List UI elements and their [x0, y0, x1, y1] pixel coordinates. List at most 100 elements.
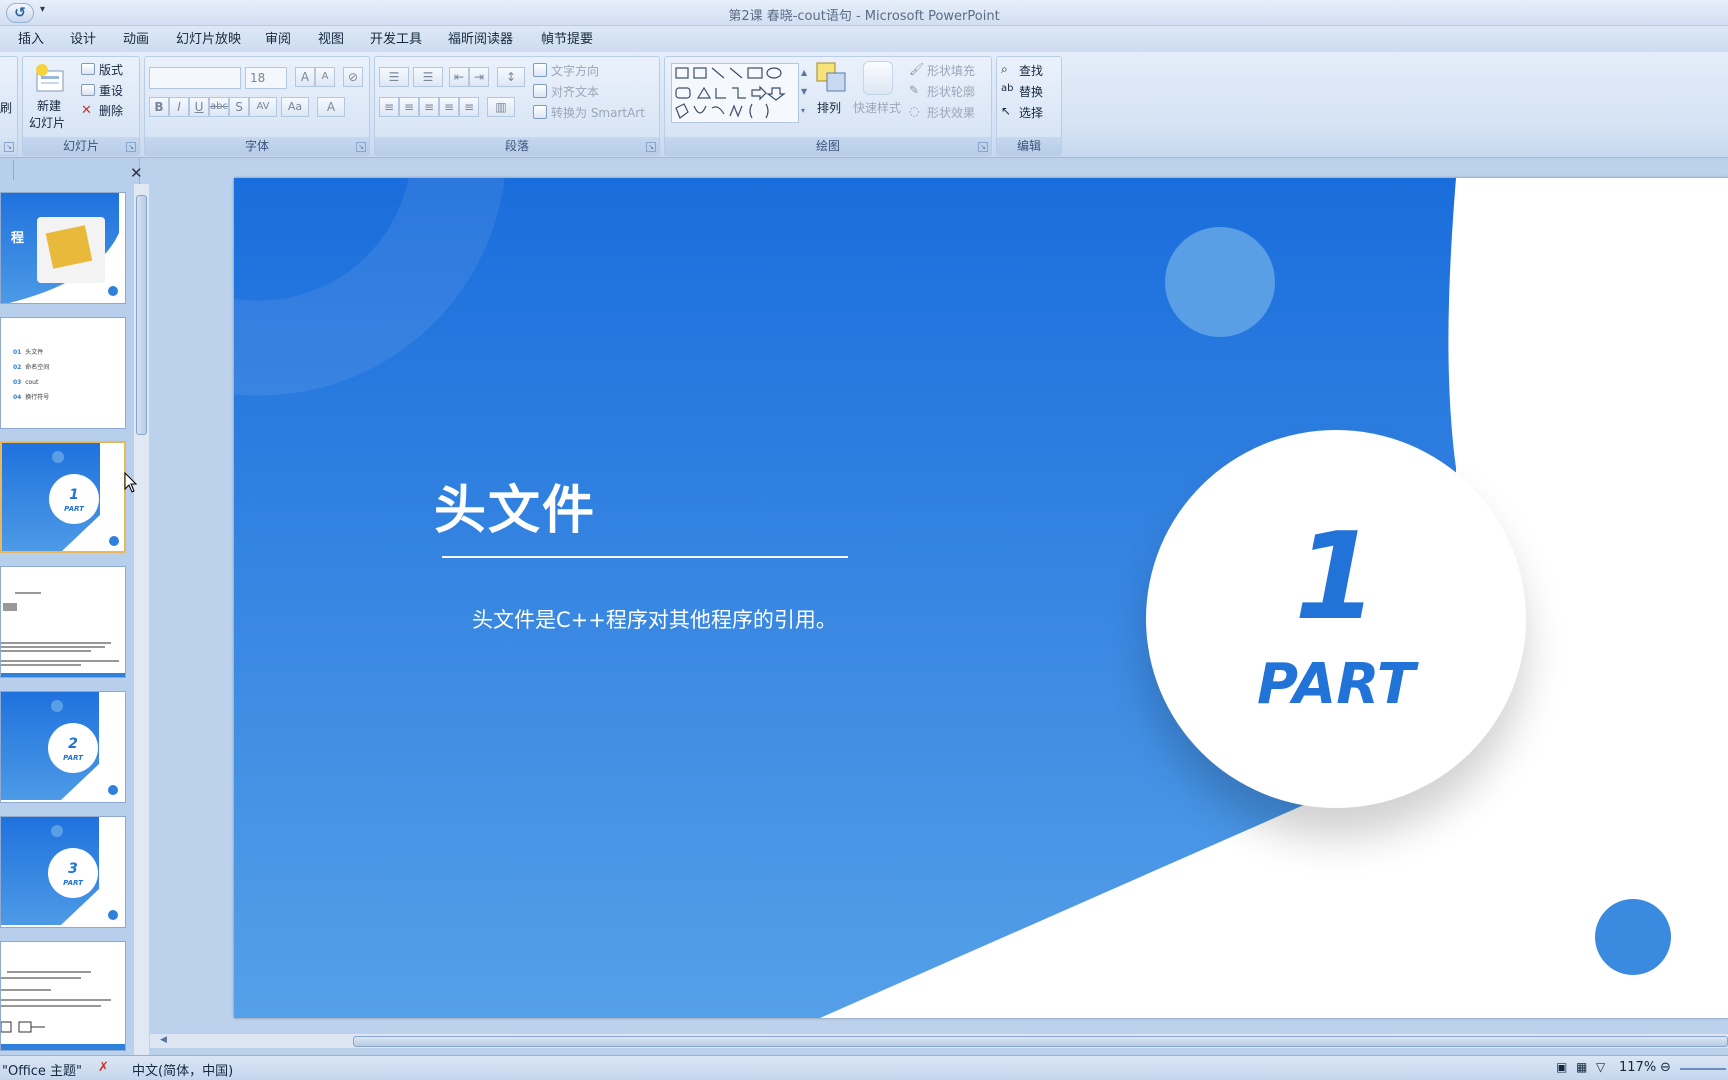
- ribbon-tab-bar: 插入 设计 动画 幻灯片放映 审阅 视图 开发工具 福昕阅读器 幀节提要: [0, 26, 1728, 52]
- agenda-item: 02 命名空间: [13, 364, 50, 371]
- slide-sorter-icon[interactable]: ▦: [1576, 1060, 1587, 1074]
- increase-indent-icon[interactable]: ⇥: [469, 67, 489, 87]
- shadow-icon[interactable]: S: [229, 97, 249, 117]
- slide-thumbnail-5[interactable]: 2 PART: [0, 691, 126, 803]
- shape-effects-button[interactable]: 形状效果: [927, 104, 975, 121]
- text-direction-icon: [533, 63, 547, 77]
- thumbnail-2-agenda: 01 头文件 02 命名空间 03 cout 04 换行符号: [13, 345, 49, 405]
- slides-pane-scroll-thumb[interactable]: [136, 195, 147, 435]
- scroll-left-icon[interactable]: ◀: [160, 1035, 167, 1045]
- clipboard-launcher[interactable]: ↘: [4, 142, 14, 152]
- distributed-icon[interactable]: ≡: [459, 97, 479, 117]
- align-right-icon[interactable]: ≡: [419, 97, 439, 117]
- spellcheck-icon[interactable]: ✗: [98, 1060, 109, 1075]
- zoom-level[interactable]: 117%: [1619, 1060, 1656, 1075]
- font-launcher[interactable]: ↘: [356, 142, 366, 152]
- tab-developer[interactable]: 开发工具: [370, 29, 422, 51]
- italic-icon[interactable]: I: [169, 97, 189, 117]
- layout-button[interactable]: 版式: [99, 61, 123, 78]
- align-center-icon[interactable]: ≡: [399, 97, 419, 117]
- part-badge[interactable]: 1 PART: [1146, 430, 1526, 808]
- slide-thumbnail-4[interactable]: [0, 566, 126, 678]
- tab-animations[interactable]: 动画: [123, 29, 149, 51]
- grow-font-icon[interactable]: A: [295, 67, 315, 87]
- find-button[interactable]: 查找: [1019, 62, 1043, 79]
- paragraph-launcher[interactable]: ↘: [646, 142, 656, 152]
- shapes-gallery[interactable]: [671, 63, 799, 123]
- new-slide-label-2[interactable]: 幻灯片: [29, 114, 65, 131]
- thumbnail-3-part-number: 1: [69, 487, 79, 503]
- status-bar: "Office 主题" ✗ 中文(简体，中国) ▣ ▦ ▽ 117% ⊖: [0, 1055, 1728, 1080]
- replace-button[interactable]: 替换: [1019, 83, 1043, 100]
- arrange-button[interactable]: 排列: [817, 99, 841, 116]
- slide-thumbnail-7[interactable]: [0, 941, 126, 1051]
- columns-icon[interactable]: ▥: [487, 97, 515, 117]
- slide-thumbnail-6[interactable]: 3 PART: [0, 816, 126, 928]
- quick-styles-icon[interactable]: [863, 61, 893, 95]
- outline-tab[interactable]: [0, 160, 14, 180]
- align-text-icon: [533, 84, 547, 98]
- align-text-button[interactable]: 对齐文本: [551, 83, 599, 100]
- tab-insert[interactable]: 插入: [18, 29, 44, 51]
- slide-thumbnail-2[interactable]: 01 头文件 02 命名空间 03 cout 04 换行符号: [0, 317, 126, 429]
- zoom-slider[interactable]: [1680, 1068, 1726, 1070]
- slide-body-text[interactable]: 头文件是C++程序对其他程序的引用。: [472, 604, 837, 634]
- tab-design[interactable]: 设计: [70, 29, 96, 51]
- tab-view[interactable]: 视图: [318, 29, 344, 51]
- bullets-icon[interactable]: ☰: [379, 67, 409, 87]
- numbering-icon[interactable]: ☰: [413, 67, 443, 87]
- font-size-dropdown[interactable]: 18: [245, 67, 287, 89]
- quick-styles-button[interactable]: 快速样式: [853, 99, 901, 116]
- bold-icon[interactable]: B: [149, 97, 169, 117]
- clipboard-group: 刷 ↘: [0, 56, 18, 156]
- shape-outline-button[interactable]: 形状轮廓: [927, 83, 975, 100]
- font-color-icon[interactable]: A: [317, 97, 345, 117]
- paragraph-group-label: 段落: [375, 137, 659, 155]
- thumbnail-1-title: 程: [11, 231, 25, 246]
- format-painter-label[interactable]: 刷: [0, 99, 12, 116]
- convert-smartart-button[interactable]: 转换为 SmartArt: [551, 104, 645, 121]
- layout-icon: [81, 63, 95, 75]
- tab-review[interactable]: 审阅: [265, 29, 291, 51]
- slide-title[interactable]: 头文件: [434, 468, 596, 543]
- shrink-font-icon[interactable]: A: [315, 67, 335, 87]
- tab-foxit-reader[interactable]: 福昕阅读器: [448, 29, 513, 51]
- new-slide-label-1[interactable]: 新建: [37, 97, 61, 114]
- normal-view-icon[interactable]: ▣: [1556, 1060, 1567, 1074]
- theme-name[interactable]: "Office 主题": [2, 1060, 82, 1079]
- line-spacing-icon[interactable]: ↕: [497, 67, 525, 87]
- char-spacing-icon[interactable]: AV: [249, 97, 277, 117]
- close-pane-icon[interactable]: ✕: [130, 164, 143, 182]
- select-button[interactable]: 选择: [1019, 104, 1043, 121]
- slide-thumbnail-3[interactable]: 1 PART: [0, 441, 126, 553]
- underline-icon[interactable]: U: [189, 97, 209, 117]
- slides-launcher[interactable]: ↘: [126, 142, 136, 152]
- text-direction-button[interactable]: 文字方向: [551, 62, 599, 79]
- decrease-indent-icon[interactable]: ⇤: [449, 67, 469, 87]
- drawing-launcher[interactable]: ↘: [978, 142, 988, 152]
- tab-slideshow[interactable]: 幻灯片放映: [176, 29, 241, 51]
- ribbon: 刷 ↘ 新建 幻灯片 版式 重设 ✕ 删除 幻灯片 ↘ 18 A A ⊘ B I…: [0, 52, 1728, 158]
- align-left-icon[interactable]: ≡: [379, 97, 399, 117]
- language-indicator[interactable]: 中文(简体，中国): [132, 1060, 233, 1079]
- current-slide[interactable]: 头文件 头文件是C++程序对其他程序的引用。 1 PART: [234, 178, 1728, 1018]
- justify-icon[interactable]: ≡: [439, 97, 459, 117]
- zoom-out-icon[interactable]: ⊖: [1660, 1060, 1671, 1075]
- change-case-icon[interactable]: Aa: [281, 97, 309, 117]
- slideshow-view-icon[interactable]: ▽: [1596, 1060, 1605, 1074]
- shape-fill-button[interactable]: 形状填充: [927, 62, 975, 79]
- mouse-cursor-icon: [124, 472, 138, 493]
- font-name-dropdown[interactable]: [149, 67, 241, 89]
- slide-thumbnail-1[interactable]: 程: [0, 192, 126, 304]
- strikethrough-icon[interactable]: abc: [209, 97, 229, 117]
- tab-storyboard[interactable]: 幀节提要: [541, 29, 593, 51]
- thumbnail-5-part-word: PART: [63, 754, 83, 762]
- clear-formatting-icon[interactable]: ⊘: [343, 67, 363, 87]
- arrange-icon[interactable]: [815, 61, 849, 95]
- horizontal-scroll-thumb[interactable]: [353, 1036, 1728, 1047]
- delete-button[interactable]: 删除: [99, 102, 123, 119]
- gallery-scroll-icon[interactable]: ▲ ▼ ▾: [801, 63, 807, 120]
- reset-button[interactable]: 重设: [99, 82, 123, 99]
- new-slide-icon[interactable]: [33, 63, 65, 93]
- thumbnail-3-part-word: PART: [64, 505, 84, 513]
